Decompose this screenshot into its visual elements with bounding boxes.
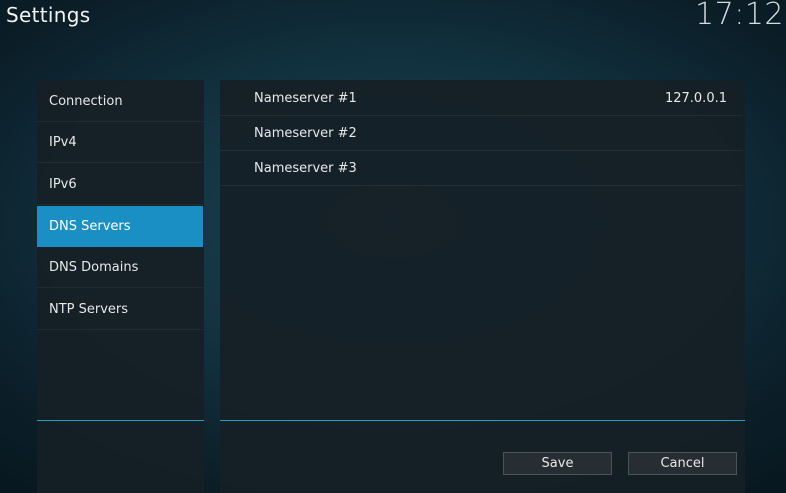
sidebar-item-ntp-servers[interactable]: NTP Servers bbox=[37, 289, 203, 330]
nameserver-1-row[interactable]: Nameserver #1 127.0.0.1 bbox=[220, 81, 743, 116]
clock: 17:12 bbox=[695, 0, 784, 32]
nameserver-1-value: 127.0.0.1 bbox=[664, 91, 727, 106]
nameserver-2-row[interactable]: Nameserver #2 bbox=[220, 116, 743, 151]
panel-divider bbox=[220, 420, 745, 421]
category-sidebar: Connection IPv4 IPv6 DNS Servers DNS Dom… bbox=[37, 80, 204, 493]
sidebar-item-ipv6[interactable]: IPv6 bbox=[37, 164, 203, 205]
settings-title: Settings bbox=[6, 3, 91, 27]
nameserver-3-label: Nameserver #3 bbox=[254, 161, 357, 176]
nameserver-1-label: Nameserver #1 bbox=[254, 91, 357, 106]
cancel-button[interactable]: Cancel bbox=[628, 452, 737, 475]
sidebar-divider bbox=[37, 420, 204, 421]
sidebar-item-connection[interactable]: Connection bbox=[37, 81, 203, 122]
nameserver-2-label: Nameserver #2 bbox=[254, 126, 357, 141]
sidebar-item-dns-domains[interactable]: DNS Domains bbox=[37, 247, 203, 288]
save-button[interactable]: Save bbox=[503, 452, 612, 475]
settings-panel: Nameserver #1 127.0.0.1 Nameserver #2 Na… bbox=[220, 80, 745, 493]
sidebar-item-dns-servers[interactable]: DNS Servers bbox=[37, 206, 203, 247]
sidebar-item-ipv4[interactable]: IPv4 bbox=[37, 122, 203, 163]
nameserver-3-row[interactable]: Nameserver #3 bbox=[220, 151, 743, 186]
